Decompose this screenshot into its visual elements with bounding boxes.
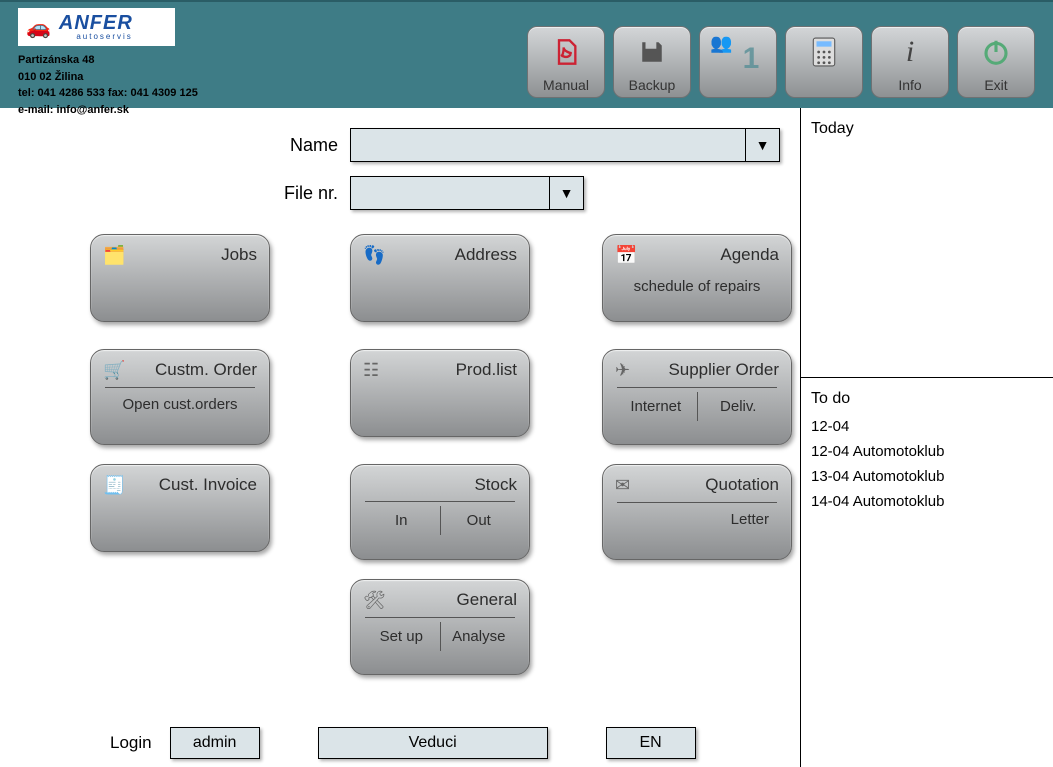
stock-tile[interactable]: Stock In Out (350, 464, 530, 560)
backup-button[interactable]: Backup (613, 26, 691, 98)
plane-icon: ✈ (615, 360, 643, 381)
header-toolbar: Manual Backup 👥 1 i Info Exi (527, 8, 1035, 98)
folder-icon: 🗂️ (103, 245, 131, 266)
session-button[interactable]: 👥 1 (699, 26, 777, 98)
todo-item[interactable]: 13-04 Automotoklub (811, 468, 1043, 485)
today-panel: Today (801, 108, 1053, 378)
info-label: Info (898, 77, 921, 93)
addr-line: 010 02 Žilina (18, 69, 198, 86)
login-user-field[interactable]: admin (170, 727, 260, 759)
today-title: Today (811, 120, 1043, 138)
pdf-icon (552, 27, 580, 77)
brand-name: ANFER (59, 13, 133, 33)
supplier-internet[interactable]: Internet (615, 392, 698, 421)
login-label: Login (110, 733, 152, 753)
stock-in[interactable]: In (363, 506, 441, 535)
header-bar: 🚗 ANFER autoservis Partizánska 48 010 02… (0, 0, 1053, 108)
chevron-down-icon[interactable]: ▼ (745, 129, 779, 161)
cust-invoice-tile[interactable]: 🧾 Cust. Invoice (90, 464, 270, 552)
name-label: Name (20, 135, 350, 156)
file-label: File nr. (20, 183, 350, 204)
todo-item[interactable]: 12-04 (811, 418, 1043, 435)
login-row: Login admin Veduci EN (0, 727, 800, 759)
agenda-sub: schedule of repairs (615, 278, 779, 295)
envelope-icon: ✉ (615, 475, 643, 496)
address-label: Address (391, 245, 517, 265)
quotation-tile[interactable]: ✉ Quotation Letter (602, 464, 792, 560)
jobs-label: Jobs (131, 245, 257, 265)
stock-label: Stock (391, 475, 517, 495)
cust-invoice-label: Cust. Invoice (131, 475, 257, 495)
people-icon: 👥 (710, 33, 732, 54)
todo-panel: To do 12-04 12-04 Automotoklub 13-04 Aut… (801, 378, 1053, 767)
logo: 🚗 ANFER autoservis (18, 8, 175, 46)
todo-item[interactable]: 14-04 Automotoklub (811, 493, 1043, 510)
power-icon (981, 27, 1011, 77)
login-lang-field[interactable]: EN (606, 727, 696, 759)
todo-title: To do (811, 390, 1043, 408)
calculator-icon (811, 27, 837, 77)
cart-icon: 🛒 (103, 360, 131, 381)
calendar-icon: 📅 (615, 245, 643, 266)
info-button[interactable]: i Info (871, 26, 949, 98)
exit-button[interactable]: Exit (957, 26, 1035, 98)
invoice-icon: 🧾 (103, 475, 131, 496)
supplier-deliv[interactable]: Deliv. (698, 392, 780, 421)
addr-line: Partizánska 48 (18, 52, 198, 69)
general-tile[interactable]: 🛠 General Set up Analyse (350, 579, 530, 675)
dashboard-tiles: 🗂️ Jobs 👣 Address 📅 Agenda schedule of r… (20, 224, 780, 694)
todo-item[interactable]: 12-04 Automotoklub (811, 443, 1043, 460)
address-tile[interactable]: 👣 Address (350, 234, 530, 322)
manual-button[interactable]: Manual (527, 26, 605, 98)
general-label: General (391, 590, 517, 610)
header-left: 🚗 ANFER autoservis Partizánska 48 010 02… (18, 8, 198, 118)
prodlist-label: Prod.list (391, 360, 517, 380)
general-analyse[interactable]: Analyse (441, 622, 518, 651)
addr-line: tel: 041 4286 533 fax: 041 4309 125 (18, 85, 198, 102)
jobs-tile[interactable]: 🗂️ Jobs (90, 234, 270, 322)
car-icon: 🚗 (26, 15, 51, 40)
name-combobox[interactable]: ▼ (350, 128, 780, 162)
exit-label: Exit (984, 77, 1007, 93)
tools-icon: 🛠 (363, 590, 391, 611)
calculator-button[interactable] (785, 26, 863, 98)
supplier-label: Supplier Order (643, 360, 779, 380)
manual-label: Manual (543, 77, 589, 93)
supplier-order-tile[interactable]: ✈ Supplier Order Internet Deliv. (602, 349, 792, 445)
side-panel: Today To do 12-04 12-04 Automotoklub 13-… (800, 108, 1053, 767)
people-icon: 👣 (363, 245, 391, 266)
main-panel: Name ▼ File nr. ▼ 🗂️ Jobs 👣 (0, 108, 800, 767)
chevron-down-icon[interactable]: ▼ (549, 177, 583, 209)
prodlist-tile[interactable]: ☷ Prod.list (350, 349, 530, 437)
save-icon (639, 27, 665, 77)
cust-order-label: Custm. Order (131, 360, 257, 380)
stock-out[interactable]: Out (441, 506, 518, 535)
quotation-sub: Letter (615, 511, 779, 528)
backup-label: Backup (629, 77, 676, 93)
shelf-icon: ☷ (363, 360, 391, 381)
agenda-label: Agenda (643, 245, 779, 265)
file-combobox[interactable]: ▼ (350, 176, 584, 210)
login-role-field[interactable]: Veduci (318, 727, 548, 759)
cust-order-tile[interactable]: 🛒 Custm. Order Open cust.orders (90, 349, 270, 445)
brand-sub: autoservis (59, 33, 133, 41)
cust-order-sub: Open cust.orders (103, 396, 257, 413)
agenda-tile[interactable]: 📅 Agenda schedule of repairs (602, 234, 792, 322)
quotation-label: Quotation (643, 475, 779, 495)
info-icon: i (906, 27, 914, 77)
general-setup[interactable]: Set up (363, 622, 441, 651)
session-number: 1 (743, 42, 760, 76)
